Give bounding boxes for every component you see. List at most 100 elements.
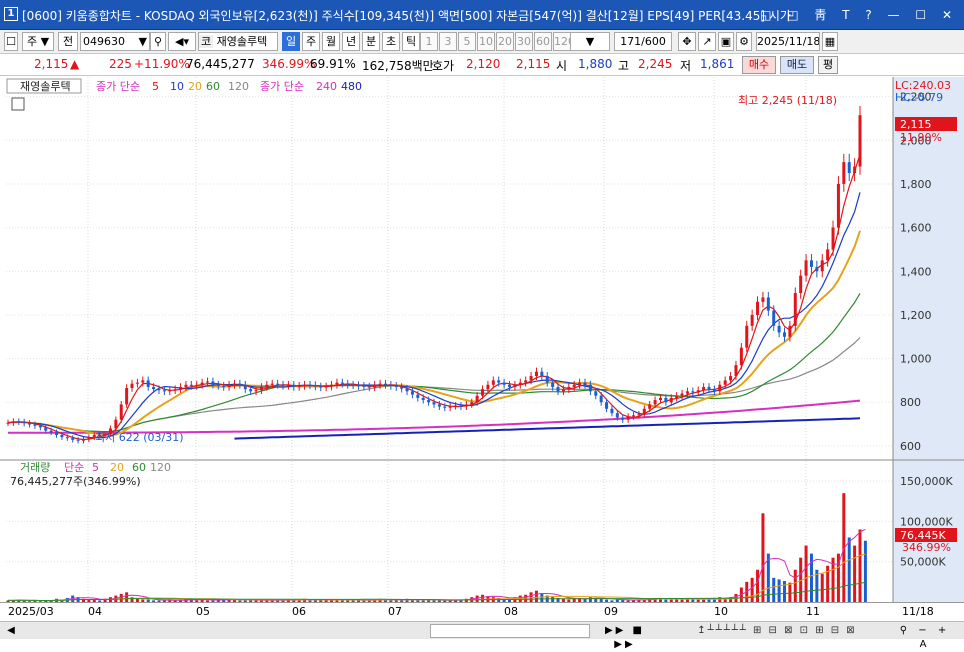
candle-body bbox=[610, 408, 614, 414]
candle-body bbox=[448, 406, 452, 408]
candle-body bbox=[702, 386, 706, 391]
playback-controls[interactable]: ▶▶ ■ ▶▶ bbox=[594, 624, 656, 650]
chart-toolbar: ☐ 주 ▼ 전 049630 ▼ ⚲ ◀▾ 코 재영솔루텍 일주월년분초틱 135… bbox=[0, 30, 964, 54]
candle-body bbox=[734, 365, 738, 377]
prev-button[interactable]: 전 bbox=[58, 32, 78, 51]
current-volume-pct: 346.99% bbox=[902, 541, 951, 554]
candle-body bbox=[243, 384, 247, 390]
volume-tick-label: 150,000K bbox=[900, 475, 953, 488]
save-icon[interactable]: ▣ bbox=[718, 32, 734, 51]
candle-body bbox=[470, 402, 474, 405]
candle-body bbox=[340, 382, 344, 384]
market-label: 주 bbox=[26, 35, 38, 48]
draw-icon[interactable]: ↗ bbox=[698, 32, 716, 51]
period-tab[interactable]: 일 bbox=[282, 32, 300, 51]
y-tick-label: 1,600 bbox=[900, 222, 932, 235]
period-tab[interactable]: 분 bbox=[362, 32, 380, 51]
candle-body bbox=[292, 384, 296, 387]
candle-body bbox=[534, 371, 538, 377]
candle-body bbox=[545, 376, 549, 383]
toggle-icon[interactable]: ☐ bbox=[4, 32, 18, 51]
scroll-thumb[interactable] bbox=[430, 624, 590, 638]
tick-interval-button[interactable]: 20 bbox=[496, 32, 514, 51]
candle-body bbox=[432, 402, 436, 405]
candle-body bbox=[405, 388, 409, 392]
candle-body bbox=[421, 397, 425, 401]
candle-body bbox=[265, 384, 269, 387]
tick-interval-button[interactable]: 30 bbox=[515, 32, 533, 51]
candle-body bbox=[319, 386, 323, 388]
scroll-left-icon[interactable]: ◀ bbox=[4, 624, 18, 638]
high-label: 고 bbox=[618, 59, 630, 73]
candle-body bbox=[281, 384, 285, 386]
candle-body bbox=[28, 423, 32, 425]
period-tab[interactable]: 년 bbox=[342, 32, 360, 51]
date-input[interactable]: 2025/11/18 bbox=[756, 32, 820, 51]
search-icon[interactable]: ⚲ bbox=[150, 32, 166, 51]
bid-price: 2,115 bbox=[516, 57, 551, 71]
sound-icon[interactable]: ◀▾ bbox=[168, 32, 196, 51]
open-price: 1,880 bbox=[578, 57, 613, 71]
window-controls[interactable]: ◱ ◰ 靑 T ? — ☐ ✕ bbox=[760, 6, 958, 23]
candle-body bbox=[750, 314, 754, 326]
tick-interval-button[interactable]: 10 bbox=[477, 32, 495, 51]
candle-body bbox=[658, 397, 662, 401]
candle-body bbox=[783, 332, 787, 337]
volume-ratio: 346.99% bbox=[262, 57, 316, 71]
candle-body bbox=[799, 275, 803, 294]
buy-button[interactable]: 매수 bbox=[742, 56, 776, 74]
x-axis-label: 07 bbox=[388, 605, 402, 618]
period-tab[interactable]: 틱 bbox=[402, 32, 420, 51]
stock-code-input[interactable]: 049630 ▼ bbox=[80, 32, 150, 51]
candle-body bbox=[632, 415, 636, 417]
candle-body bbox=[87, 437, 91, 440]
candle-body bbox=[745, 325, 749, 348]
volume-bar bbox=[788, 582, 792, 602]
candle-body bbox=[696, 390, 700, 393]
candle-body bbox=[330, 384, 334, 387]
x-axis-label: 06 bbox=[292, 605, 306, 618]
candle-body bbox=[707, 386, 711, 390]
zoom-tools[interactable]: ↥┴┴┴┴┴ ⊞ ⊟ ⊠ ⊡ ⊞ ⊟ ⊠ bbox=[662, 624, 892, 638]
candle-body bbox=[831, 227, 835, 250]
calendar-icon[interactable]: ▦ bbox=[822, 32, 838, 51]
candle-body bbox=[583, 382, 587, 385]
period-tab[interactable]: 초 bbox=[382, 32, 400, 51]
bid-label: 호가 bbox=[432, 59, 455, 73]
eval-button[interactable]: 평 bbox=[818, 56, 838, 74]
candle-body bbox=[195, 384, 199, 386]
candle-body bbox=[772, 310, 776, 326]
candle-body bbox=[729, 376, 733, 381]
tick-interval-button[interactable]: 1 bbox=[420, 32, 438, 51]
candle-body bbox=[249, 389, 253, 392]
current-price-tag-text: 2,115 bbox=[900, 118, 932, 131]
stock-name-box[interactable]: 코 재영솔루텍 bbox=[198, 32, 278, 51]
period-tab[interactable]: 월 bbox=[322, 32, 340, 51]
candle-body bbox=[313, 385, 317, 387]
candle-body bbox=[222, 385, 226, 387]
tick-interval-button[interactable]: 120 bbox=[553, 32, 571, 51]
period-tab[interactable]: 주 bbox=[302, 32, 320, 51]
chart-scrollbar[interactable]: ◀ ▶▶ ■ ▶▶ ↥┴┴┴┴┴ ⊞ ⊟ ⊠ ⊡ ⊞ ⊟ ⊠ ⚲ − + A bbox=[0, 621, 964, 650]
tick-interval-button[interactable]: 60 bbox=[534, 32, 552, 51]
market-select[interactable]: 주 ▼ bbox=[22, 32, 54, 51]
candle-body bbox=[572, 384, 576, 387]
hc-value: HC:-5.79 bbox=[895, 91, 943, 104]
candle-body bbox=[357, 385, 361, 387]
candle-body bbox=[173, 389, 177, 391]
zoom-controls[interactable]: ⚲ − + A bbox=[895, 624, 955, 650]
chart-area[interactable]: 2,2002,0001,8001,6001,4001,2001,00080060… bbox=[0, 77, 964, 602]
ma-legend-period: 60 bbox=[206, 80, 220, 93]
tick-interval-button[interactable]: 3 bbox=[439, 32, 457, 51]
tick-interval-button[interactable]: 5 bbox=[458, 32, 476, 51]
ma-legend-label: 종가 단순 bbox=[96, 80, 140, 93]
candle-body bbox=[303, 384, 307, 386]
custom-tick-select[interactable]: ▼ bbox=[570, 32, 610, 51]
tool-icon[interactable]: ✥ bbox=[678, 32, 696, 51]
sell-button[interactable]: 매도 bbox=[780, 56, 814, 74]
candle-body bbox=[637, 414, 641, 416]
low-price: 1,861 bbox=[700, 57, 735, 71]
candle-body bbox=[216, 384, 220, 386]
volume-bar bbox=[750, 577, 754, 602]
settings-icon[interactable]: ⚙ bbox=[736, 32, 752, 51]
